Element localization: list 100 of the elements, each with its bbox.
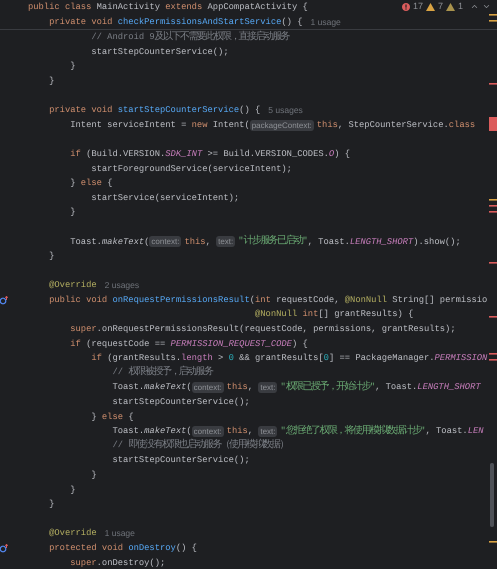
parameter-hint: context:: [192, 426, 224, 438]
number-literal: 0: [324, 352, 329, 366]
string-literal: "计步服务已启动": [238, 234, 308, 249]
parameter-hint: packageContext:: [250, 120, 314, 131]
static-method-call: makeText: [144, 425, 186, 438]
warning-count: 7: [438, 0, 443, 13]
code-text: }: [69, 206, 76, 220]
code-keyword: else: [80, 177, 103, 190]
constant-name: LEN: [468, 425, 484, 438]
parameter-hint: text:: [216, 236, 236, 248]
code-text: }: [48, 498, 54, 512]
scrollbar-thumb[interactable]: [490, 463, 494, 527]
warning-icon: [426, 2, 435, 10]
static-method-call: makeText: [102, 236, 144, 248]
field-name: length: [181, 352, 213, 366]
code-text: (grantResults.: [107, 352, 182, 366]
code-keyword: class: [448, 118, 476, 132]
code-text: }: [90, 469, 97, 482]
code-text: .onRequestPermissionsResult(requestCode, permissions, grantResults);: [96, 323, 456, 336]
parameter-hint: context:: [149, 236, 182, 248]
annotation: @Override: [48, 527, 97, 540]
code-text: () {: [281, 16, 303, 29]
override-gutter-icon[interactable]: [0, 296, 8, 305]
code-text: {: [128, 410, 134, 424]
code-text: }: [69, 484, 76, 497]
code-keyword: protected void: [48, 542, 124, 555]
code-text: }: [48, 74, 54, 88]
code-keyword: this: [184, 236, 206, 248]
code-text: requestCode,: [276, 294, 340, 307]
code-text: (: [186, 425, 192, 438]
code-comment: // 权限被授予，启动服务: [111, 365, 212, 380]
code-text: ] == PackageManager.: [328, 352, 435, 366]
override-gutter-icon[interactable]: [0, 544, 8, 553]
code-text: (Build.VERSION.: [86, 148, 166, 161]
code-keyword: public void: [48, 294, 108, 307]
code-text: (: [186, 381, 192, 394]
code-text: Toast.: [111, 381, 144, 394]
code-keyword: super: [69, 323, 97, 336]
constant-name: PERMISSION_REQUEST_CODE: [170, 338, 292, 351]
error-count: 17: [412, 0, 423, 13]
code-keyword: this: [226, 425, 248, 438]
usages-hint[interactable]: 1 usage: [104, 526, 135, 541]
code-text: (: [250, 294, 256, 307]
string-literal: "权限已授予，开始计步": [280, 380, 376, 395]
code-keyword: extends: [165, 1, 204, 14]
code-text: ,: [248, 381, 254, 394]
code-keyword: else: [102, 410, 124, 424]
code-keyword: new: [192, 118, 208, 132]
code-text: ,: [206, 236, 212, 248]
code-keyword: public class: [28, 1, 92, 14]
code-text: ) {: [292, 338, 308, 351]
code-text: startForegroundService(serviceIntent);: [90, 162, 292, 176]
constant-name: SDK_INT: [165, 148, 202, 161]
weak-warning-count: 1: [458, 0, 463, 13]
annotation: @Override: [48, 279, 97, 292]
code-text: Intent serviceIntent =: [69, 118, 188, 132]
code-text: }: [69, 177, 77, 190]
code-text: , Toast.: [375, 381, 418, 394]
usages-hint[interactable]: 2 usages: [104, 278, 140, 293]
code-text: AppCompatActivity {: [208, 1, 308, 14]
code-text: [] grantResults) {: [318, 308, 414, 322]
code-keyword: int: [302, 308, 318, 322]
code-text: Intent(: [212, 118, 250, 132]
code-text: startStepCounterService();: [111, 396, 250, 410]
method-name: startStepCounterService: [118, 104, 240, 118]
code-text: String[] permissio: [392, 294, 488, 307]
constant-name: LENGTH_SHORT: [350, 236, 414, 248]
code-keyword: private void: [48, 16, 114, 29]
parameter-hint: context:: [192, 382, 224, 394]
number-literal: 0: [228, 352, 234, 366]
code-keyword: private void: [48, 104, 114, 118]
code-text: }: [69, 60, 76, 74]
code-text: Toast.: [69, 236, 102, 248]
code-text: ,: [248, 425, 254, 438]
code-text: .onDestroy();: [96, 556, 166, 569]
method-name: onRequestPermissionsResult: [112, 294, 250, 307]
code-text: startStepCounterService();: [111, 454, 250, 468]
code-text: && grantResults[: [238, 352, 324, 366]
static-method-call: makeText: [144, 381, 186, 394]
code-comment: // Android 9及以下不需要此权限，直接启动服务: [90, 30, 290, 45]
code-text: (requestCode ==: [86, 338, 166, 351]
code-text: Toast.: [111, 425, 144, 438]
constant-name: LENGTH_SHORT: [417, 381, 481, 394]
code-text: , StepCounterService.: [338, 118, 449, 132]
code-text: ) {: [334, 148, 350, 161]
code-text: }: [90, 410, 98, 424]
annotation: @NonNull: [254, 308, 298, 322]
usages-hint[interactable]: 5 usages: [268, 103, 303, 118]
code-keyword: if: [90, 352, 103, 366]
usages-hint[interactable]: 1 usage: [310, 14, 341, 30]
constant-name: O: [328, 148, 334, 161]
previous-highlight-icon[interactable]: [470, 2, 479, 11]
code-keyword: if: [69, 338, 82, 351]
next-highlight-icon[interactable]: [482, 2, 491, 11]
code-text: >: [217, 352, 224, 366]
weak-warning-icon: [446, 2, 455, 10]
code-keyword: if: [69, 148, 82, 161]
method-name: checkPermissionsAndStartService: [118, 16, 282, 29]
code-text: }: [48, 250, 54, 264]
code-text: >= Build.VERSION_CODES.: [206, 148, 329, 161]
